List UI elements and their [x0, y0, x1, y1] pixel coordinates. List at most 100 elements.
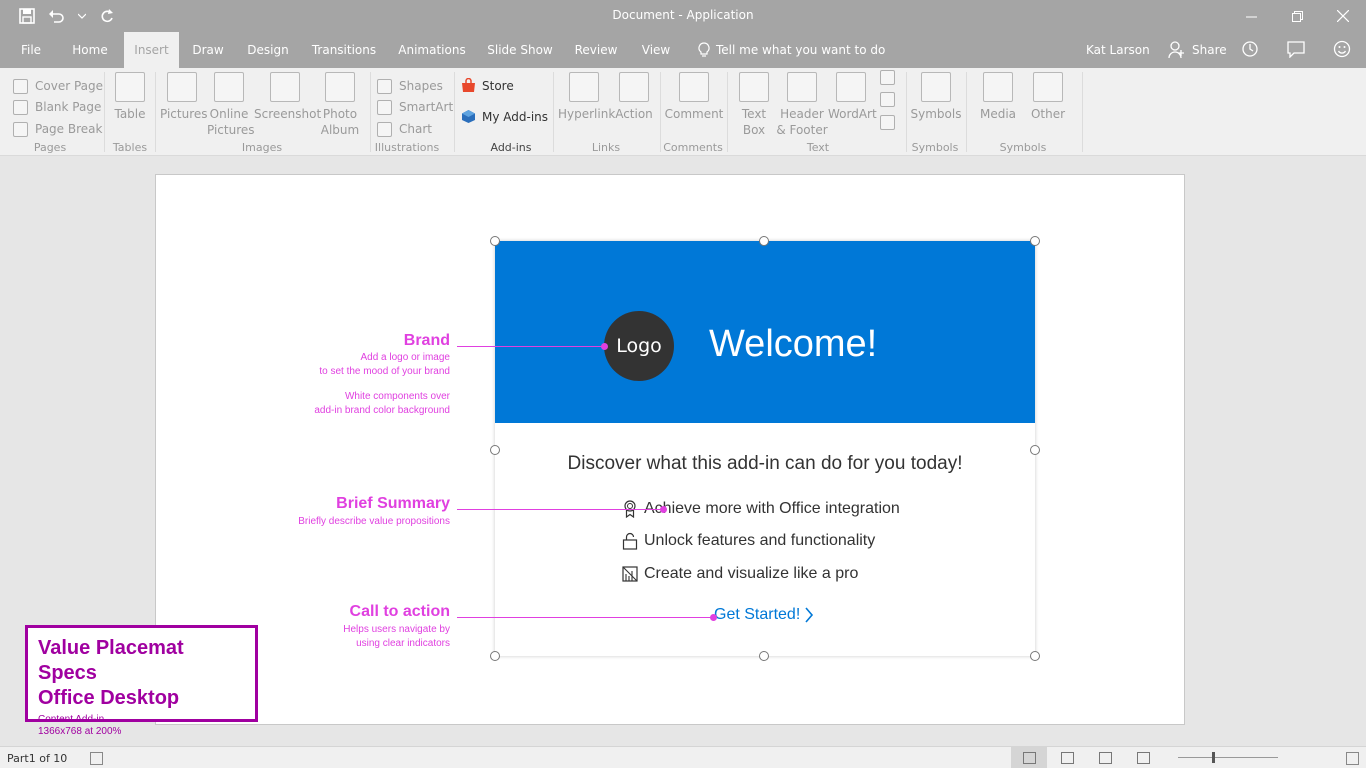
tab-view[interactable]: View	[636, 32, 676, 68]
ribbon-insert: Cover Page Blank Page Page Break Pages T…	[0, 68, 1366, 156]
symbols-button[interactable]: Symbols	[910, 72, 962, 122]
reading-view-button[interactable]	[1125, 747, 1161, 768]
date-time-button[interactable]	[880, 70, 895, 85]
tab-transitions[interactable]: Transitions	[308, 32, 380, 68]
logo: Logo	[604, 311, 674, 381]
leader-dot	[710, 614, 717, 621]
smiley-icon[interactable]	[1333, 40, 1353, 60]
annotation-brand-text: Add a logo or image to set the mood of y…	[314, 352, 450, 416]
pictures-button[interactable]: Pictures	[160, 72, 208, 122]
slide-sorter-button[interactable]	[1087, 747, 1123, 768]
text-box-button[interactable]: Text Box	[732, 72, 776, 138]
design-ideas-icon	[622, 566, 638, 582]
leader-line	[457, 346, 605, 347]
screenshot-button[interactable]: Screenshot	[254, 72, 321, 122]
tell-me-label: Tell me what you want to do	[716, 43, 886, 57]
spec-line-4: 1366x768 at 200%	[38, 726, 122, 737]
tab-slide-show[interactable]: Slide Show	[484, 32, 556, 68]
online-pictures-button[interactable]: Online Pictures	[207, 72, 255, 138]
group-label-addins: Add-ins	[490, 141, 532, 154]
addin-card[interactable]: Logo Welcome! Discover what this add-in …	[495, 241, 1035, 656]
resize-handle[interactable]	[490, 445, 500, 455]
window-title: Document - Application	[612, 8, 754, 22]
history-icon[interactable]	[1241, 40, 1261, 60]
media-button[interactable]: Media	[976, 72, 1020, 122]
store-button[interactable]: Store	[461, 78, 514, 93]
resize-handle[interactable]	[1030, 445, 1040, 455]
group-label-text: Text	[806, 141, 830, 154]
spec-title-1: Value Placemat Specs	[38, 637, 184, 684]
page-break-button[interactable]: Page Break	[13, 120, 102, 138]
get-started-link[interactable]: Get Started!	[714, 606, 814, 624]
resize-handle[interactable]	[759, 236, 769, 246]
tab-home[interactable]: Home	[66, 32, 114, 68]
wordart-button[interactable]: WordArt	[828, 72, 877, 122]
annotation-summary-text: Briefly describe value propositions	[298, 516, 450, 527]
slide-number-button[interactable]	[880, 92, 895, 107]
user-name[interactable]: Kat Larson	[1086, 32, 1150, 68]
comment-button[interactable]: Comment	[664, 72, 724, 122]
tell-me-search[interactable]: Tell me what you want to do	[698, 32, 885, 68]
normal-view-button[interactable]	[1011, 747, 1047, 768]
leader-line	[457, 509, 664, 510]
resize-handle[interactable]	[490, 236, 500, 246]
chevron-right-icon	[805, 607, 814, 623]
spec-box: Value Placemat Specs Office Desktop Cont…	[25, 625, 258, 737]
card-header: Logo Welcome!	[495, 241, 1035, 423]
other-button[interactable]: Other	[1026, 72, 1070, 122]
my-addins-button[interactable]: My Add-ins	[461, 109, 548, 124]
close-icon[interactable]	[1320, 0, 1366, 32]
resize-handle[interactable]	[759, 651, 769, 661]
header-footer-button[interactable]: Header & Footer	[776, 72, 828, 138]
tab-draw[interactable]: Draw	[186, 32, 230, 68]
minimize-icon[interactable]	[1228, 0, 1274, 32]
group-label-pages: Pages	[33, 141, 67, 154]
discover-text: Discover what this add-in can do for you…	[567, 453, 963, 474]
share-label: Share	[1192, 43, 1227, 57]
object-button[interactable]	[880, 115, 895, 130]
status-bar: Part1 of 10	[0, 746, 1366, 768]
annotation-brand-title: Brand	[403, 332, 450, 349]
group-label-links: Links	[591, 141, 621, 154]
zoom-slider[interactable]	[1178, 757, 1278, 758]
spec-title-2: Office Desktop	[38, 687, 180, 709]
table-button[interactable]: Table	[110, 72, 150, 122]
spelling-icon[interactable]	[90, 752, 103, 765]
store-icon	[462, 78, 475, 92]
resize-handle[interactable]	[490, 651, 500, 661]
tab-review[interactable]: Review	[570, 32, 622, 68]
restore-icon[interactable]	[1274, 0, 1320, 32]
unlock-icon	[622, 532, 638, 550]
addins-icon	[462, 110, 475, 123]
group-label-illustrations: Illustrations	[374, 141, 440, 154]
chart-button[interactable]: Chart	[377, 120, 432, 138]
resize-handle[interactable]	[1030, 651, 1040, 661]
share-button[interactable]: Share	[1168, 32, 1227, 68]
window-controls	[1228, 0, 1366, 32]
group-label-media: Symbols	[999, 141, 1047, 154]
tab-insert[interactable]: Insert	[124, 32, 179, 68]
tab-design[interactable]: Design	[242, 32, 294, 68]
tab-file[interactable]: File	[14, 32, 48, 68]
slide-counter[interactable]: Part1 of 10	[7, 752, 67, 765]
action-button[interactable]: Action	[612, 72, 656, 122]
fit-to-window-icon[interactable]	[1346, 752, 1359, 765]
resize-handle[interactable]	[1030, 236, 1040, 246]
hyperlink-button[interactable]: Hyperlink	[558, 72, 615, 122]
smartart-button[interactable]: SmartArt	[377, 98, 453, 116]
cover-page-button[interactable]: Cover Page	[13, 77, 103, 95]
group-label-comments: Comments	[663, 141, 723, 154]
zoom-slider-thumb[interactable]	[1212, 752, 1215, 763]
leader-line	[457, 617, 714, 618]
photo-album-button[interactable]: Photo Album	[318, 72, 362, 138]
annotation-cta-text: Helps users navigate by using clear indi…	[343, 624, 450, 649]
comment-icon[interactable]	[1287, 40, 1307, 60]
group-label-symbols: Symbols	[911, 141, 959, 154]
leader-dot	[660, 506, 667, 513]
shapes-button[interactable]: Shapes	[377, 77, 443, 95]
feature-item: Unlock features and functionality	[622, 532, 875, 550]
tab-animations[interactable]: Animations	[394, 32, 470, 68]
blank-page-button[interactable]: Blank Page	[13, 98, 101, 116]
annotation-summary-title: Brief Summary	[336, 495, 450, 512]
outline-view-button[interactable]	[1049, 747, 1085, 768]
